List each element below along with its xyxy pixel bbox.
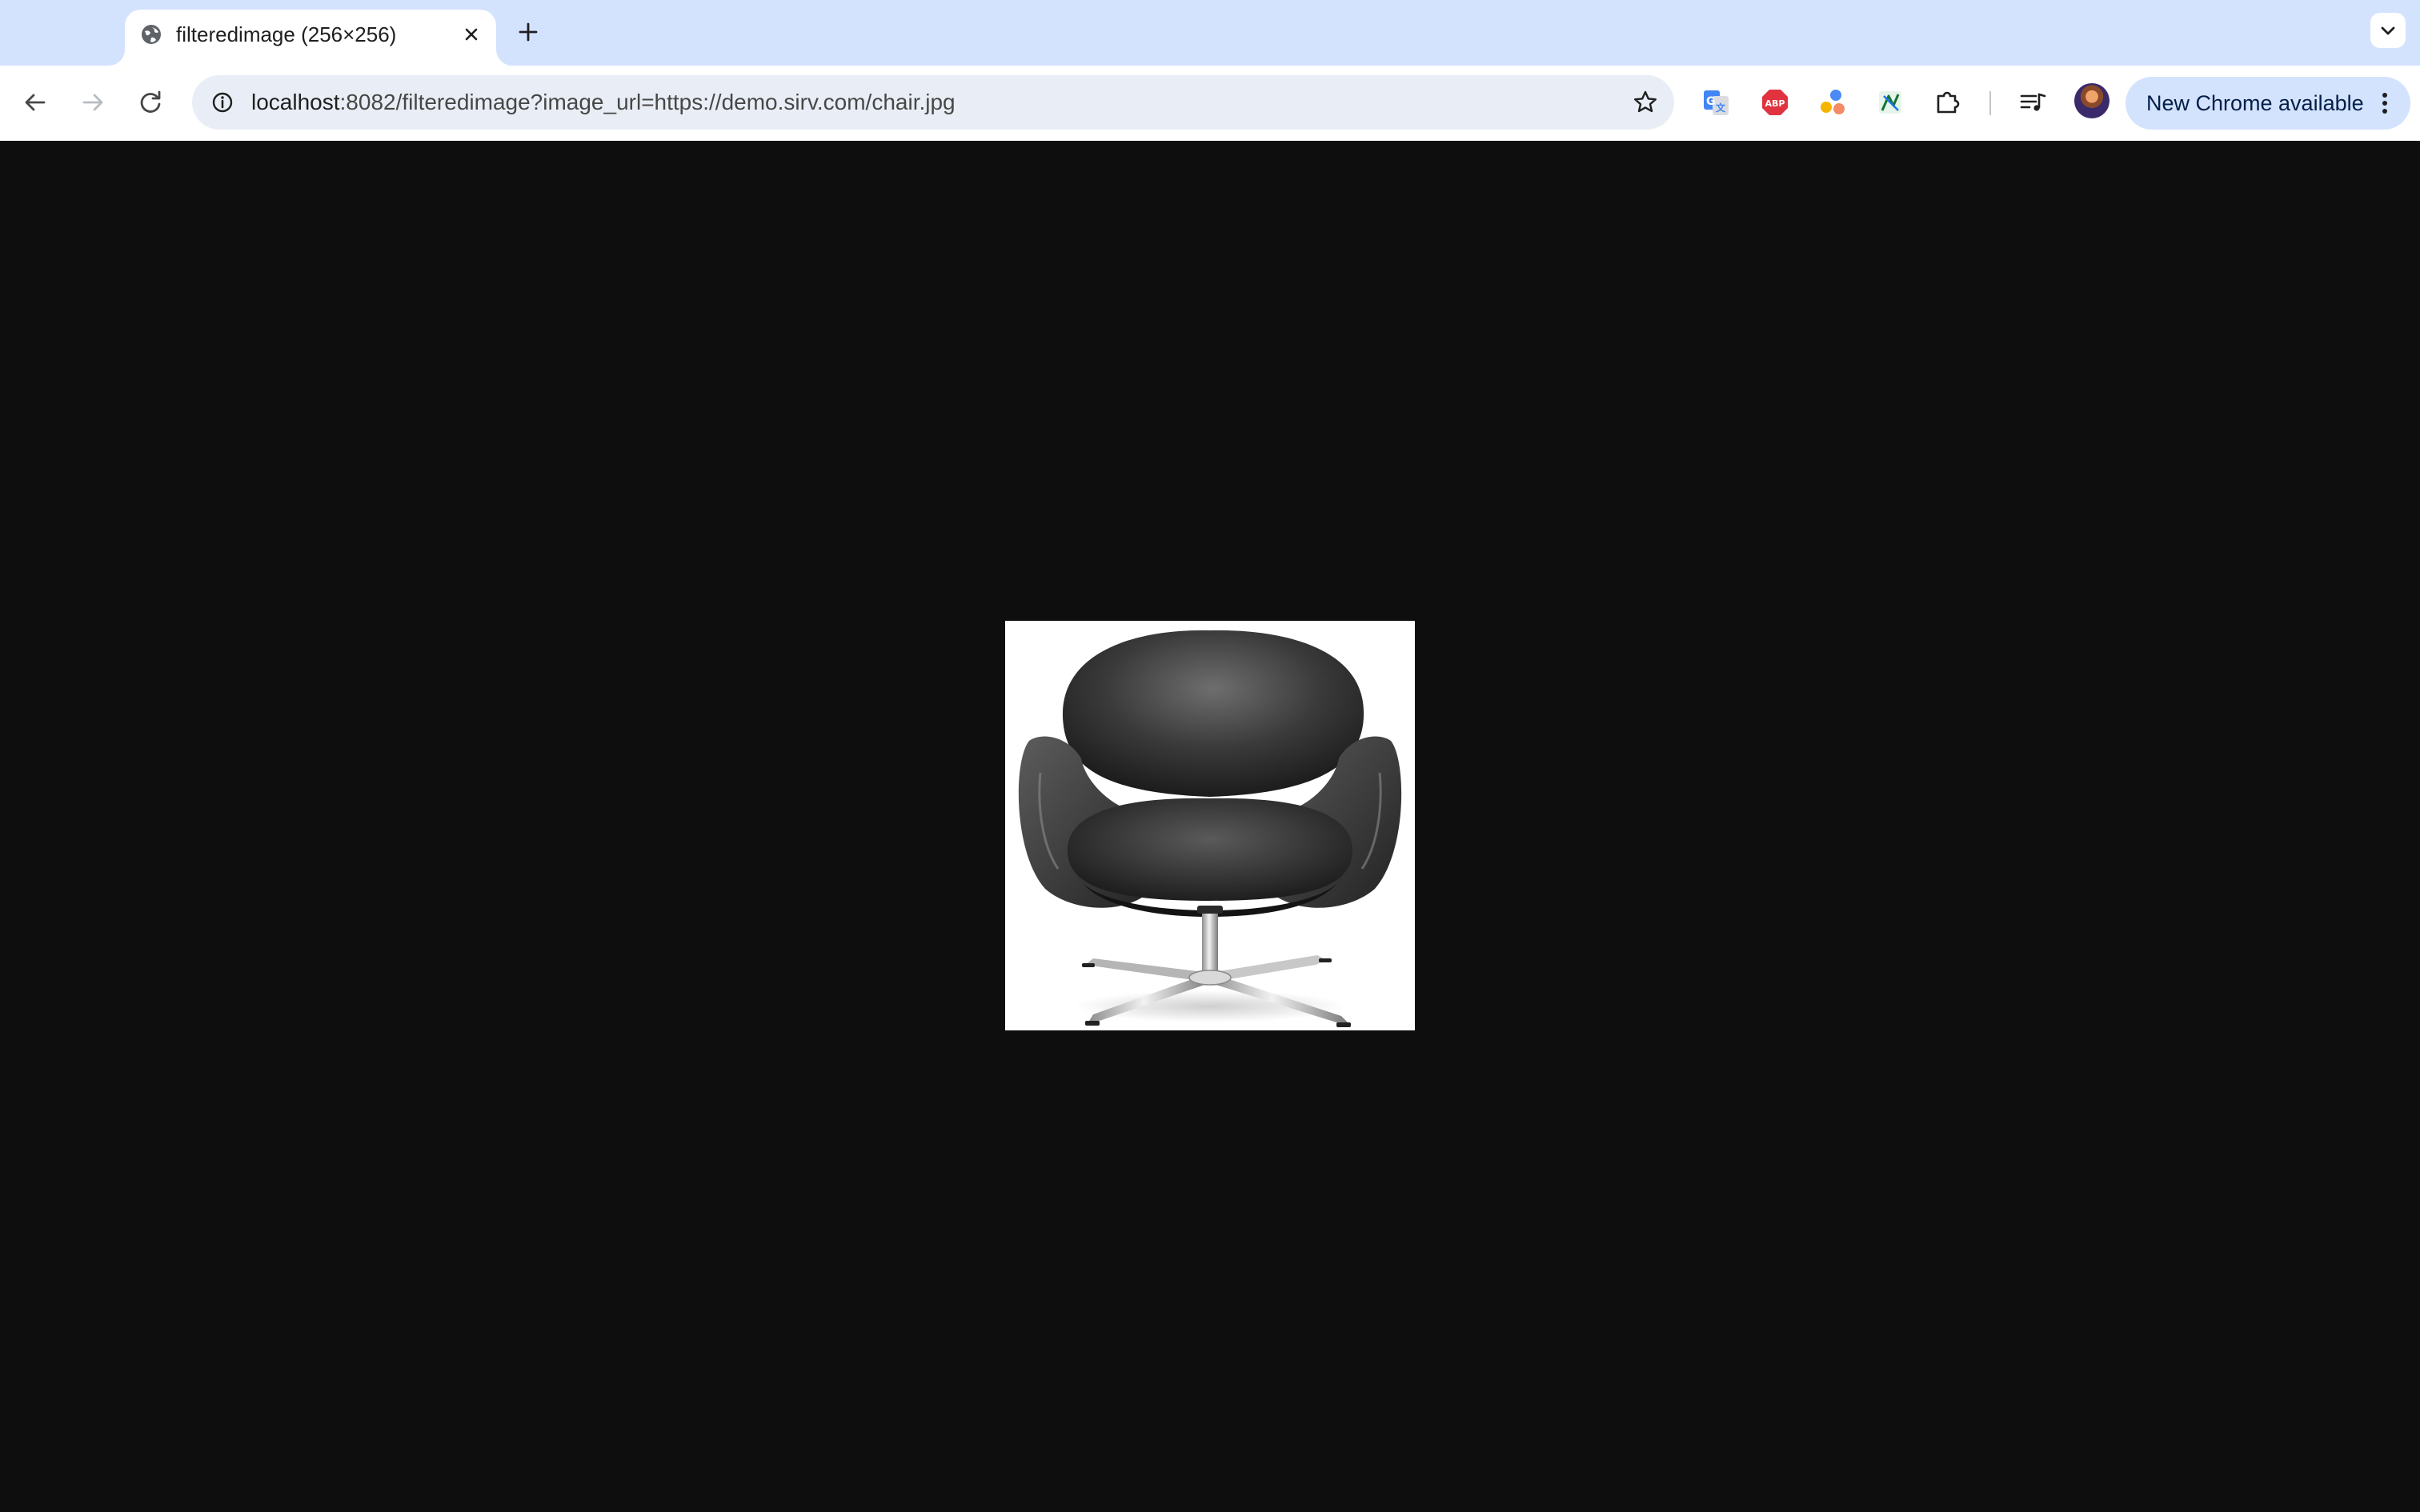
- reload-icon[interactable]: [133, 85, 168, 120]
- star-icon[interactable]: [1631, 88, 1660, 117]
- address-bar[interactable]: localhost:8082/filteredimage?image_url=h…: [192, 75, 1674, 130]
- color-dots-extension-icon[interactable]: [1815, 85, 1850, 120]
- green-extension-icon[interactable]: [1873, 85, 1908, 120]
- page-viewport: [0, 141, 2420, 1512]
- svg-text:文: 文: [1716, 102, 1726, 114]
- close-icon[interactable]: [458, 21, 485, 48]
- browser-chrome: filteredimage (256×256) localhost:8082/f…: [0, 0, 2420, 142]
- plus-icon[interactable]: [512, 16, 544, 48]
- tab-title: filteredimage (256×256): [176, 22, 397, 46]
- browser-toolbar: localhost:8082/filteredimage?image_url=h…: [0, 66, 2420, 142]
- toolbar-divider: [1989, 91, 1991, 115]
- avatar[interactable]: [2074, 83, 2109, 118]
- arrow-right-icon[interactable]: [75, 85, 110, 120]
- adblock-plus-icon[interactable]: ABP: [1757, 85, 1793, 120]
- arrow-left-icon[interactable]: [18, 85, 53, 120]
- url-text[interactable]: localhost:8082/filteredimage?image_url=h…: [251, 88, 956, 117]
- tab-filteredimage[interactable]: filteredimage (256×256): [125, 10, 496, 66]
- three-dots-vertical-icon[interactable]: [2369, 87, 2401, 119]
- globe-icon: [139, 22, 163, 46]
- swan-chair-image[interactable]: [1005, 621, 1415, 1030]
- svg-text:G: G: [1706, 95, 1716, 108]
- new-chrome-available-button[interactable]: New Chrome available: [2126, 77, 2410, 130]
- google-translate-icon[interactable]: G 文: [1698, 85, 1733, 120]
- tab-strip: filteredimage (256×256): [0, 0, 2420, 66]
- puzzle-extensions-icon[interactable]: [1930, 85, 1965, 120]
- chevron-down-icon[interactable]: [2370, 13, 2406, 48]
- url-host: localhost: [251, 90, 340, 114]
- info-icon[interactable]: [210, 90, 235, 115]
- adblock-label: ABP: [1765, 98, 1785, 109]
- media-controls-icon[interactable]: [2015, 85, 2050, 120]
- url-path: :8082/filteredimage?image_url=https://de…: [339, 90, 956, 114]
- update-chip-label: New Chrome available: [2146, 91, 2364, 115]
